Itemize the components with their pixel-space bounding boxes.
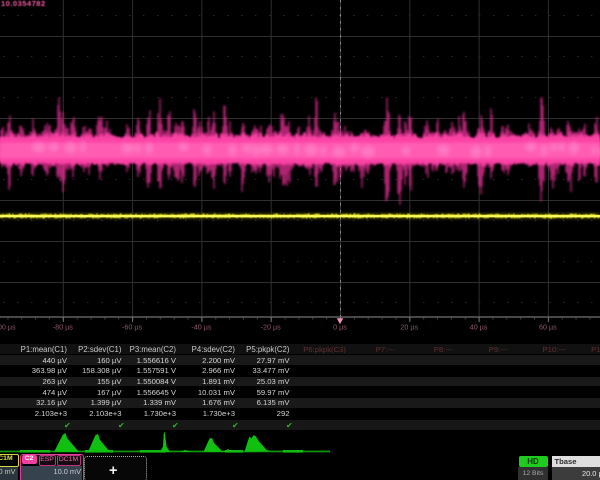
- svg-text:-20 µs: -20 µs: [261, 323, 282, 332]
- svg-text:60 µs: 60 µs: [539, 323, 557, 332]
- svg-text:-40 µs: -40 µs: [191, 323, 212, 332]
- svg-text:-60 µs: -60 µs: [122, 323, 143, 332]
- svg-text:-80 µs: -80 µs: [53, 323, 74, 332]
- svg-text:20 µs: 20 µs: [400, 323, 418, 332]
- svg-text:0 µs: 0 µs: [333, 323, 347, 332]
- svg-text:40 µs: 40 µs: [470, 323, 488, 332]
- svg-text:-100 µs: -100 µs: [0, 323, 16, 332]
